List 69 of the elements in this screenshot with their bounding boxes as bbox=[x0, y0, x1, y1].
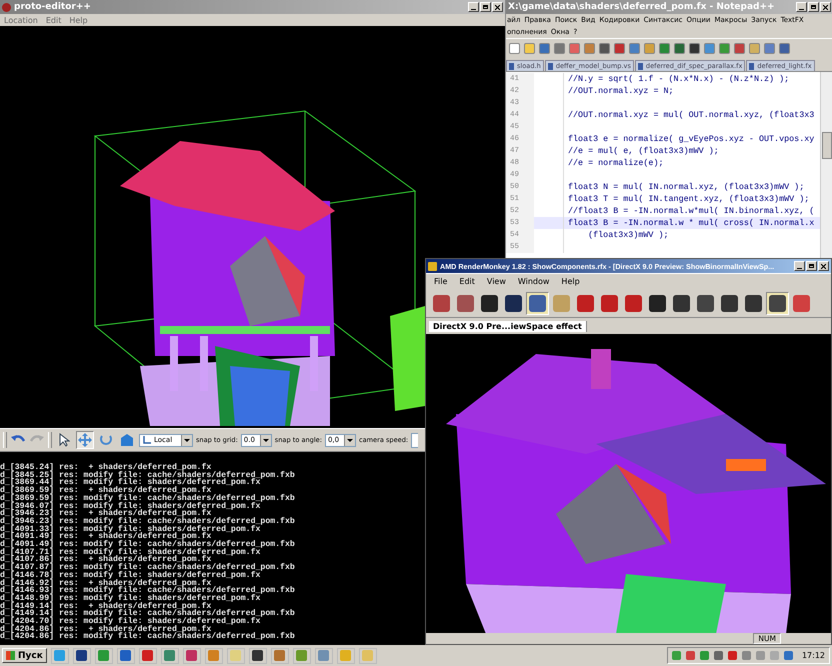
document-tab[interactable]: DirectX 9.0 Pre...iewSpace effect bbox=[429, 320, 587, 332]
scrollbar[interactable] bbox=[820, 72, 832, 258]
clock: 17:12 bbox=[800, 651, 825, 660]
log-line: d_[4107.86] res: + shaders/deferred_pom.fx bbox=[0, 556, 212, 564]
code-line: float3 T = mul( IN.tangent.xyz, (float3x3)mWV ); bbox=[568, 194, 810, 204]
menu-item[interactable]: Help bbox=[561, 277, 580, 286]
toolbar-icon[interactable] bbox=[614, 42, 625, 54]
minimize-button[interactable] bbox=[794, 261, 805, 271]
log-line: d_[4107.71] res: modify file: shaders/deferred_pom.fx bbox=[0, 548, 260, 556]
window-title: X:\game\data\shaders\deferred_pom.fx - Notepad++ bbox=[508, 2, 776, 12]
log-line: d_[3869.59] res: modify file: cache/shaders/deferred_pom.fxb bbox=[0, 494, 296, 503]
log-line: d_[4091.49] res: modify file: cache/shaders/deferred_pom.fxb bbox=[0, 541, 296, 549]
code-line: //e = normalize(e); bbox=[568, 158, 664, 168]
code-line: (float3x3)mWV ); bbox=[587, 230, 669, 240]
menu-item[interactable]: Edit bbox=[46, 16, 62, 24]
log-line: d_[4148.99] res: modify file: shaders/deferred_pom.fx bbox=[0, 594, 260, 603]
menu-item[interactable]: File bbox=[434, 277, 448, 286]
scale-tool-button[interactable] bbox=[118, 431, 136, 449]
log-line: d_[4091.49] res: + shaders/deferred_pom.fx bbox=[0, 533, 212, 542]
log-line: d_[4149.14] res: modify file: cache/shaders/deferred_pom.fxb bbox=[0, 610, 296, 618]
log-line: d_[3869.59] res: + shaders/deferred_pom.fx bbox=[0, 487, 212, 495]
log-line: d_[3869.44] res: modify file: shaders/deferred_pom.fx bbox=[0, 479, 260, 488]
axis-icon bbox=[142, 435, 152, 445]
window-title: proto-editor++ bbox=[14, 2, 92, 12]
code-line: float3 N = mul( IN.normal.xyz, (float3x3)mWV ); bbox=[568, 182, 804, 192]
code-line: //e = mul( e, (float3x3)mWV ); bbox=[568, 146, 719, 156]
toolbar-icon[interactable] bbox=[599, 42, 610, 54]
toolbar-button[interactable] bbox=[526, 292, 549, 314]
code-line: //OUT.normal.xyz = mul( OUT.normal.xyz, (float3x3 bbox=[568, 110, 814, 120]
menu-item[interactable]: Edit bbox=[459, 277, 475, 286]
toolbar-icon[interactable] bbox=[674, 42, 685, 54]
log-line: d_[4091.33] res: modify file: shaders/deferred_pom.fx bbox=[0, 526, 260, 534]
taskbar-icon[interactable] bbox=[138, 648, 157, 664]
log-line: d_[4146.93] res: modify file: cache/shaders/deferred_pom.fxb bbox=[0, 587, 296, 595]
toolbar-button[interactable] bbox=[766, 292, 789, 314]
code-line: //OUT.normal.xyz = N; bbox=[568, 86, 674, 96]
toolbar-icon[interactable] bbox=[689, 42, 700, 54]
log-line: d_[3946.23] res: + shaders/deferred_pom.fx bbox=[0, 510, 212, 518]
menu-item[interactable]: View bbox=[486, 277, 506, 286]
log-line: d_[4204.86] res: modify file: cache/shaders/deferred_pom.fxb bbox=[0, 633, 296, 642]
app-icon bbox=[2, 2, 11, 12]
close-button[interactable] bbox=[818, 261, 829, 271]
menu-item[interactable]: Location bbox=[4, 16, 38, 24]
code-line: //N.y = sqrt( 1.f - (N.x*N.x) - (N.z*N.z) ); bbox=[568, 74, 790, 84]
menu-item[interactable]: Window bbox=[518, 277, 550, 286]
code-line: float3 e = normalize( g_vEyePos.xyz - OUT.vpos.xy bbox=[568, 134, 814, 144]
toolbar-icon[interactable] bbox=[779, 42, 790, 54]
log-line: d_[4107.87] res: modify file: cache/shaders/deferred_pom.fxb bbox=[0, 564, 296, 572]
maximize-button[interactable] bbox=[806, 261, 817, 271]
log-line: d_[3946.23] res: modify file: cache/shaders/deferred_pom.fxb bbox=[0, 518, 296, 526]
start-button[interactable]: Пуск bbox=[2, 648, 47, 663]
log-line: d_[3845.24] res: + shaders/deferred_pom.fx bbox=[0, 464, 212, 472]
log-line: d_[4146.92] res: + shaders/deferred_pom.fx bbox=[0, 580, 212, 588]
log-line: d_[3845.25] res: modify file: cache/shaders/deferred_pom.fxb bbox=[0, 472, 296, 480]
log-line: d_[4204.70] res: modify file: shaders/deferred_pom.fx bbox=[0, 618, 262, 626]
taskbar-icon[interactable] bbox=[182, 648, 201, 664]
taskbar-icon[interactable] bbox=[248, 648, 267, 664]
log-line: d_[3946.07] res: modify file: shaders/deferred_pom.fx bbox=[0, 502, 260, 510]
log-line: d_[4204.86] res: + shaders/deferred_pom.fx bbox=[0, 626, 212, 634]
code-line: float3 B = -IN.normal.w * mul( cross( IN.normal.x bbox=[568, 218, 814, 228]
taskbar-icon[interactable] bbox=[116, 648, 135, 664]
app-icon bbox=[428, 262, 437, 270]
code-line: //float3 B = -IN.normal.w*mul( IN.binormal.xyz, ( bbox=[568, 206, 814, 216]
log-line: d_[4149.14] res: + shaders/deferred_pom.fx bbox=[0, 602, 212, 610]
log-line: d_[4146.78] res: modify file: shaders/deferred_pom.fx bbox=[0, 572, 260, 580]
camera-speed-field[interactable] bbox=[411, 432, 418, 448]
taskbar-icon[interactable] bbox=[72, 648, 91, 664]
menu-item[interactable]: Help bbox=[69, 16, 88, 24]
move-tool-button[interactable] bbox=[76, 431, 94, 449]
